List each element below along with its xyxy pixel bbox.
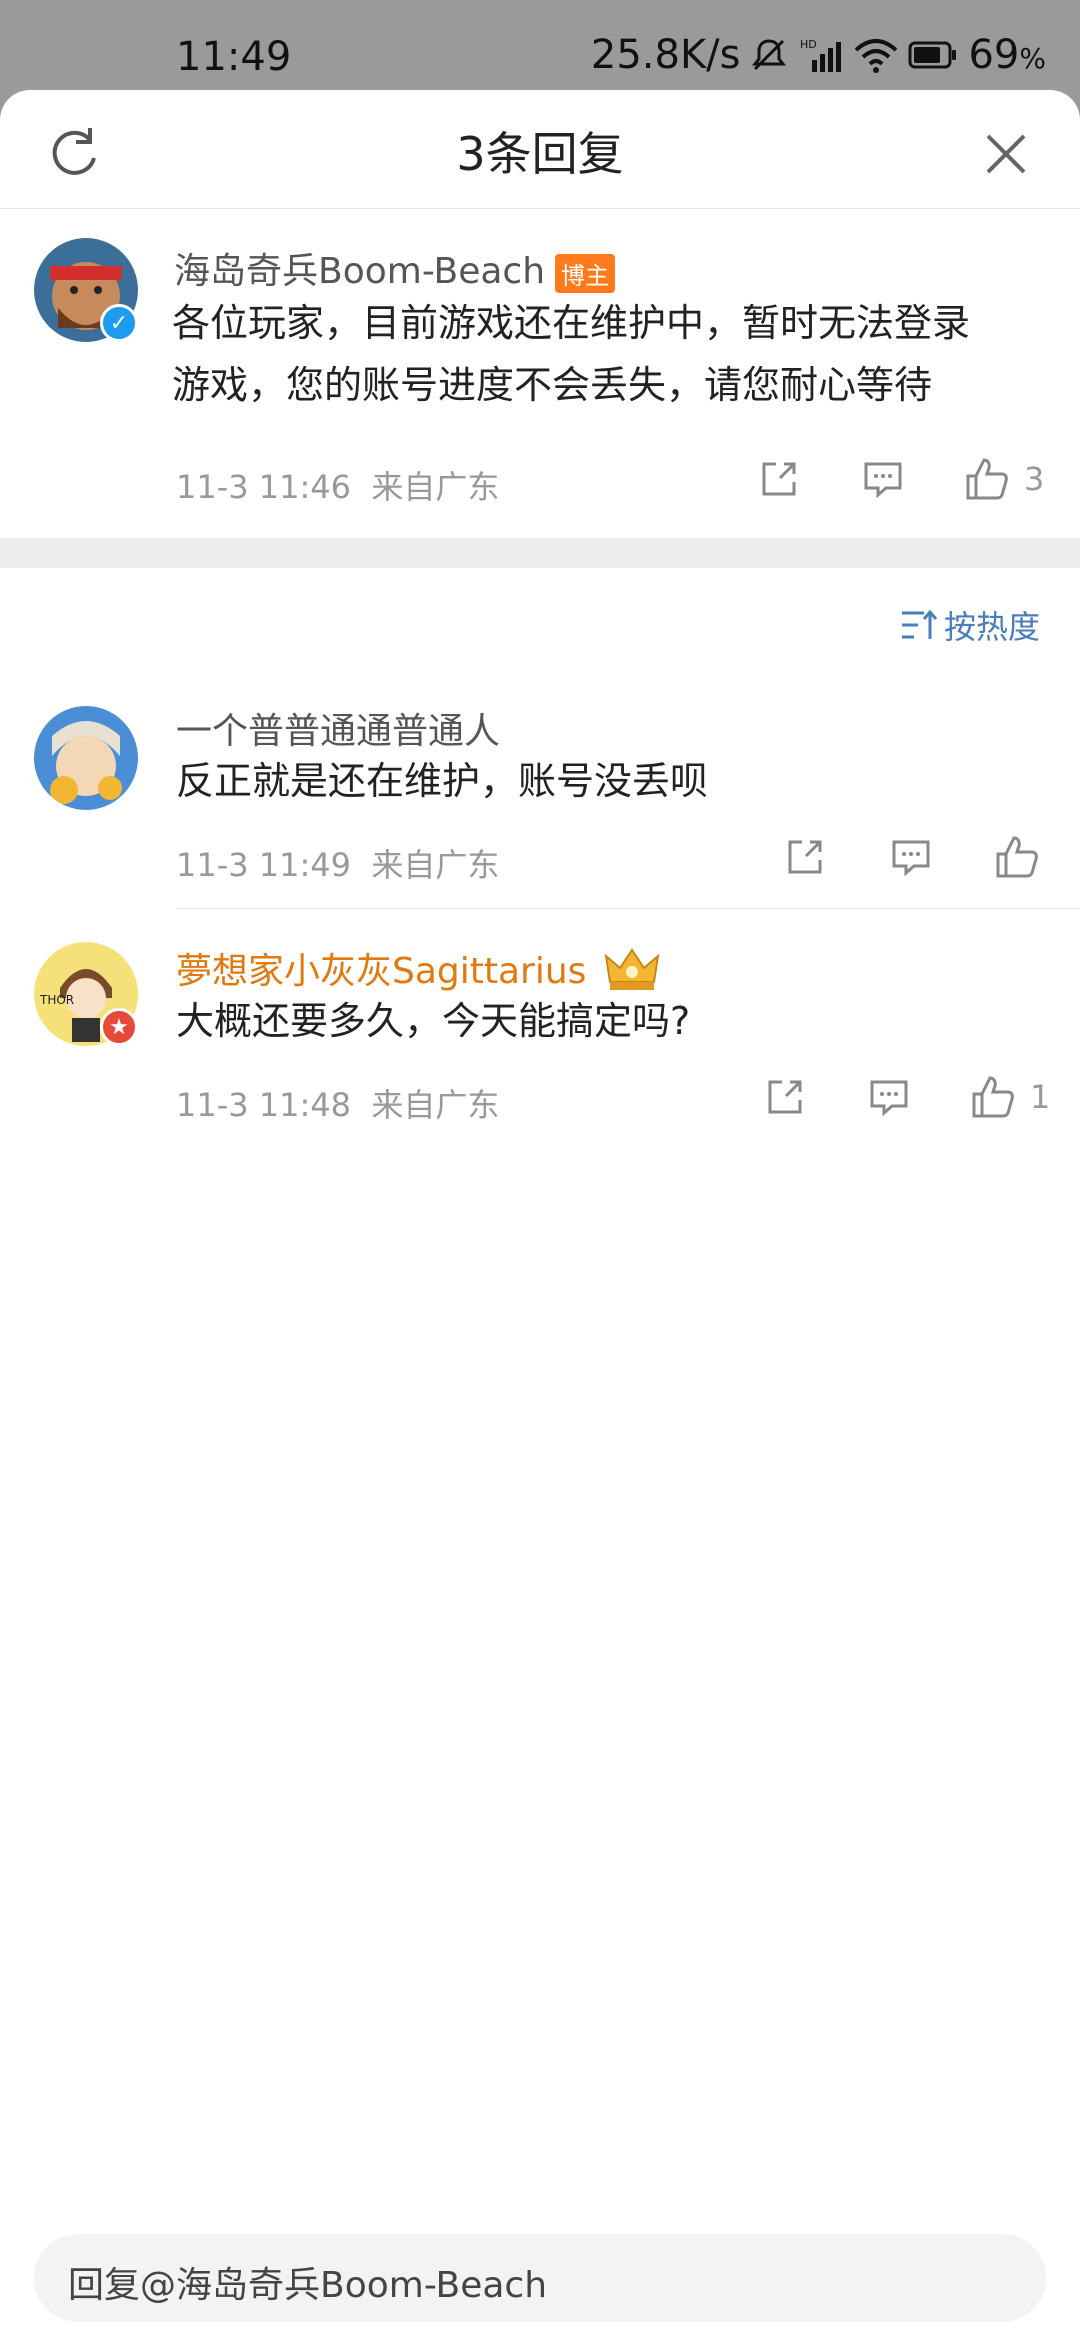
sort-toggle[interactable]: 按热度 [900,602,1040,648]
comment-text: 大概还要多久，今天能搞定吗? [176,999,691,1043]
status-bar: 11:49 25.8K/s HD 69% [0,0,1080,90]
comment-location: 来自广东 [371,468,500,506]
like-button[interactable]: 3 [964,456,1044,502]
comment-meta: 11-3 11:46 来自广东 [176,462,499,508]
comment-text: 反正就是还在维护，账号没丢呗 [176,759,709,803]
blogger-comment: ✓ 海岛奇兵Boom-Beach 博主 各位玩家，目前游戏还在维护中，暂时无法登录… [0,208,1080,538]
username[interactable]: 一个普普通通普通人 [176,702,500,754]
thumbs-up-icon [966,458,1008,500]
mute-bell-icon [750,36,788,74]
sort-icon [901,609,938,639]
comment-time: 11-3 11:49 [176,846,352,884]
status-time: 11:49 [176,34,292,80]
net-speed: 25.8K/s [590,32,741,78]
comment-time: 11-3 11:46 [176,468,352,506]
reply-input[interactable]: 回复@海岛奇兵Boom-Beach [34,2234,1046,2322]
reply-divider [176,908,1080,909]
comment-icon[interactable] [868,1076,910,1118]
reply-placeholder: 回复@海岛奇兵Boom-Beach [68,2265,548,2306]
sort-label: 按热度 [943,608,1040,646]
comment-time: 11-3 11:48 [176,1086,352,1124]
comment-text: 各位玩家，目前游戏还在维护中，暂时无法登录 游戏，您的账号进度不会丢失，请您耐心… [172,301,971,407]
svg-text:THOR: THOR [39,993,74,1007]
share-icon[interactable] [758,458,800,500]
comment-meta: 11-3 11:48 来自广东 [176,1080,499,1126]
replies-sheet: 3条回复 ✓ 海岛奇兵Boom-Beach 博主 各位玩家，目前游戏还在维护中，暂… [0,90,1080,2340]
close-icon[interactable] [976,124,1036,184]
sheet-header: 3条回复 [0,90,1080,209]
battery-icon [908,40,958,70]
username[interactable]: 海岛奇兵Boom-Beach 博主 [174,242,616,294]
comment-icon[interactable] [862,458,904,500]
avatar[interactable] [34,706,138,810]
share-icon[interactable] [784,836,826,878]
member-star-icon: ★ [100,1008,138,1046]
thumbs-up-icon [996,836,1038,878]
like-button[interactable]: 1 [970,1074,1050,1120]
comment-location: 来自广东 [371,846,500,884]
like-count: 3 [1024,460,1045,498]
section-divider [0,538,1080,568]
battery-level: 69% [968,32,1046,78]
like-count: 1 [1030,1078,1051,1116]
status-right: 25.8K/s HD 69% [591,32,1046,78]
hd-signal-icon: HD [798,36,844,74]
svg-text:HD: HD [800,38,817,51]
thumbs-up-icon [972,1076,1014,1118]
comment-icon[interactable] [890,836,932,878]
share-icon[interactable] [764,1076,806,1118]
like-button[interactable] [994,834,1054,880]
blogger-tag: 博主 [555,253,616,293]
page-title: 3条回复 [456,127,624,181]
comment-location: 来自广东 [371,1086,500,1124]
verified-icon: ✓ [100,304,138,342]
wifi-icon [854,36,898,74]
comment-meta: 11-3 11:49 来自广东 [176,840,499,886]
